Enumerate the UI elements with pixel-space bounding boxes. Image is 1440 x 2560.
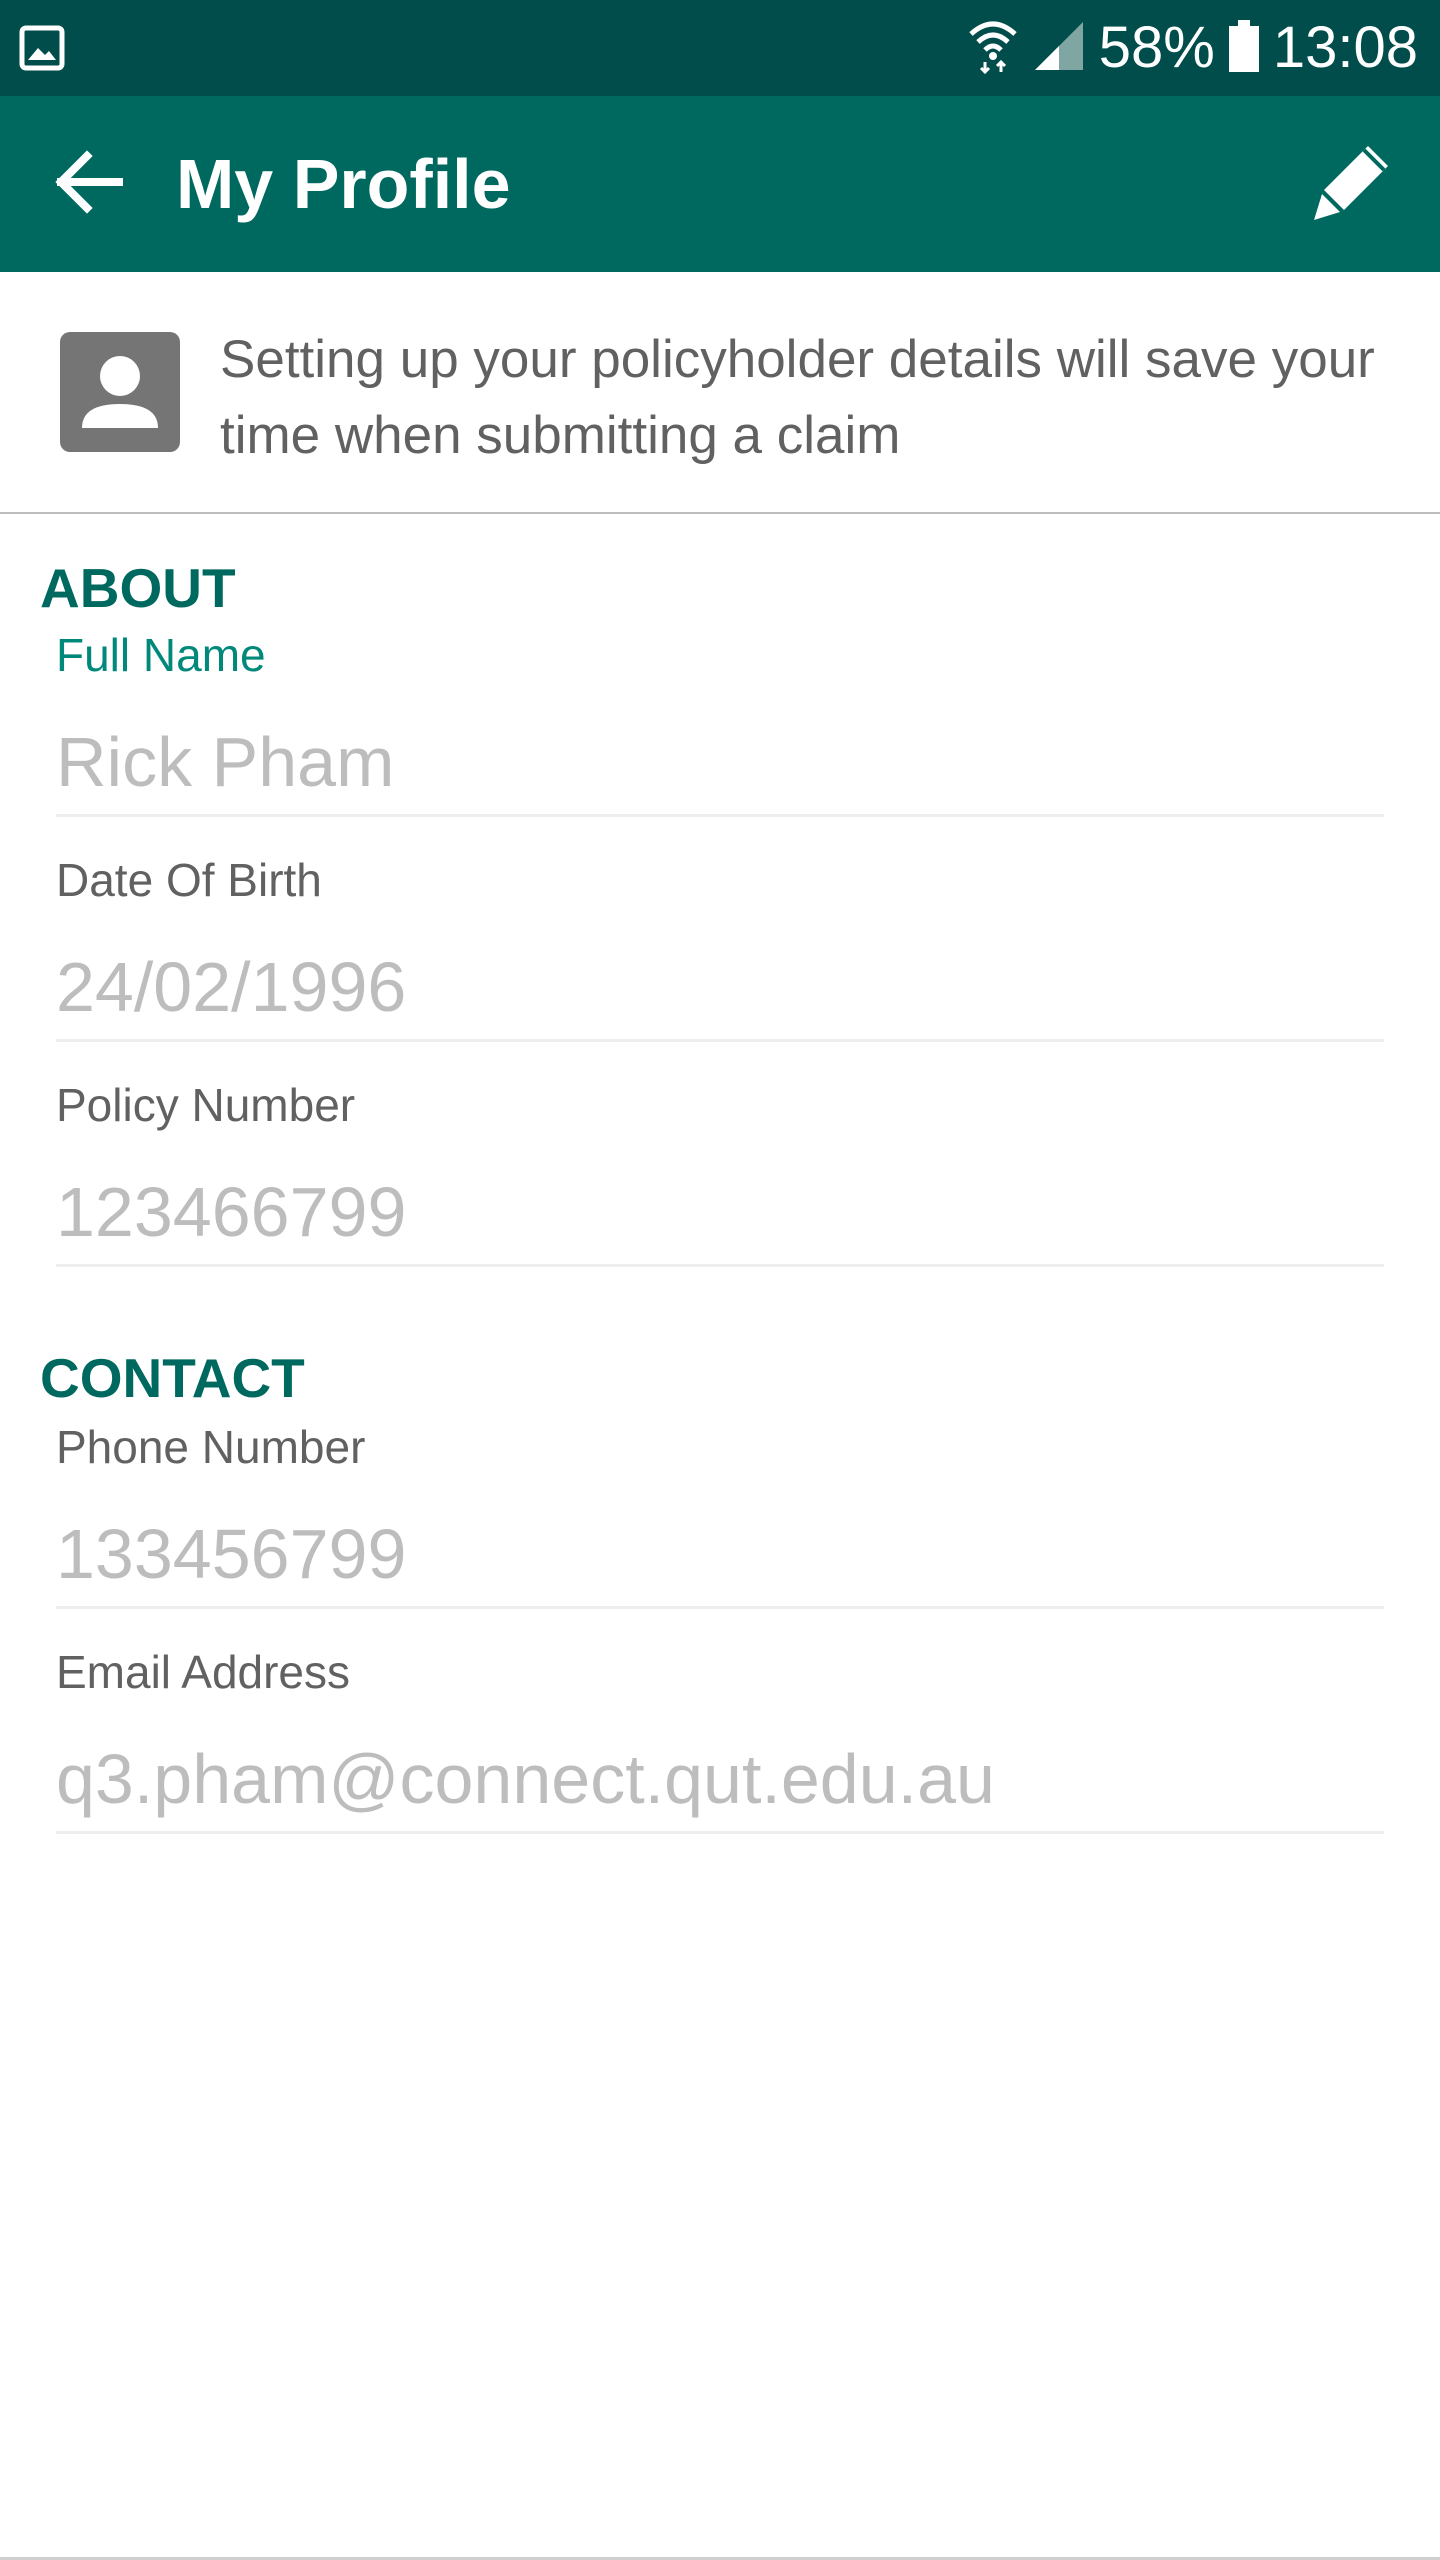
- email-field[interactable]: q3.pham@connect.qut.edu.au: [56, 1737, 1386, 1821]
- policy-number-field[interactable]: 123466799: [56, 1170, 1386, 1254]
- about-heading: ABOUT: [40, 557, 236, 619]
- arrow-back-icon: [53, 149, 123, 219]
- policy-number-label: Policy Number: [56, 1079, 356, 1131]
- policy-number-underline: [56, 1264, 1384, 1267]
- full-name-field[interactable]: Rick Pham: [56, 720, 1386, 804]
- contact-heading: CONTACT: [40, 1347, 305, 1409]
- app-bar: My Profile: [0, 96, 1440, 272]
- edit-button[interactable]: [1304, 144, 1400, 224]
- status-bar: 58% 13:08: [0, 0, 1440, 96]
- email-label: Email Address: [56, 1646, 351, 1698]
- phone-number-field[interactable]: 133456799: [56, 1512, 1386, 1596]
- banner-text: Setting up your policyholder details wil…: [220, 330, 1375, 465]
- signal-icon: [1033, 20, 1085, 77]
- clock: 13:08: [1272, 15, 1418, 80]
- wifi-icon: [967, 18, 1019, 79]
- full-name-underline: [56, 814, 1384, 817]
- battery-icon: [1228, 19, 1259, 77]
- gallery-icon: [18, 24, 66, 72]
- info-banner: Setting up your policyholder details wil…: [0, 272, 1440, 514]
- phone-number-underline: [56, 1606, 1384, 1609]
- battery-percent: 58%: [1098, 15, 1215, 80]
- back-button[interactable]: [40, 144, 136, 224]
- status-indicators: 58% 13:08: [967, 0, 1418, 96]
- dob-underline: [56, 1039, 1384, 1042]
- page-title: My Profile: [176, 145, 511, 223]
- email-underline: [56, 1831, 1384, 1834]
- dob-label: Date Of Birth: [56, 854, 322, 906]
- pencil-icon: [1312, 142, 1392, 227]
- full-name-label: Full Name: [56, 629, 266, 681]
- person-icon: [60, 332, 180, 452]
- dob-field[interactable]: 24/02/1996: [56, 945, 1386, 1029]
- phone-number-label: Phone Number: [56, 1421, 366, 1473]
